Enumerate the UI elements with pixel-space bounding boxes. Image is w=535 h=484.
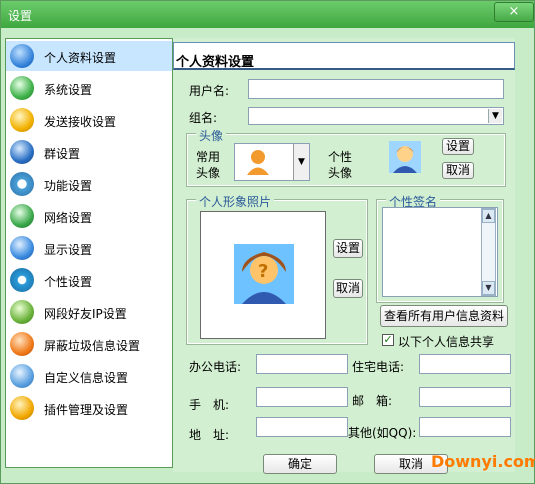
sidebar-item-system[interactable]: 系统设置 (6, 73, 172, 103)
sidebar-item-label: 功能设置 (44, 179, 93, 193)
sidebar-item-label: 群设置 (44, 147, 81, 161)
sidebar-item-group[interactable]: 群设置 (6, 137, 172, 167)
person-icon (10, 44, 34, 68)
block-icon (10, 332, 34, 356)
chevron-down-icon[interactable]: ▼ (488, 109, 502, 123)
sidebar-item-label: 发送接收设置 (44, 115, 117, 129)
address-input[interactable] (256, 417, 348, 437)
other-contact-label: 其他(如QQ): (348, 426, 417, 440)
sidebar-item-network[interactable]: 网络设置 (6, 201, 172, 231)
mobile-label: 手 机: (189, 398, 230, 412)
watermark: Downyi.com (431, 452, 535, 471)
custom-info-icon (10, 364, 34, 388)
sidebar-item-display[interactable]: 显示设置 (6, 233, 172, 263)
signature-scrollbar[interactable]: ▲ ▼ (481, 208, 496, 296)
display-icon (10, 236, 34, 260)
avatar-group: 头像 常用 头像 ▼ 个性 头像 设置 取消 (186, 127, 506, 187)
photo-placeholder-image: ? (234, 244, 294, 304)
sidebar-item-plugins[interactable]: 插件管理及设置 (6, 393, 172, 423)
username-input[interactable] (248, 79, 504, 99)
sidebar-item-personalize[interactable]: 个性设置 (6, 265, 172, 295)
close-button[interactable]: × (494, 2, 534, 22)
window-title: 设置 (8, 9, 33, 23)
settings-window: 设置 × 个人资料设置 系统设置 发送接收设置 群设置 功能设置 网络设置 显示… (0, 0, 535, 484)
sidebar-item-label: 系统设置 (44, 83, 93, 97)
avatar-set-button[interactable]: 设置 (442, 138, 474, 155)
view-all-users-button[interactable]: 查看所有用户信息资料 (380, 305, 508, 327)
chevron-down-icon[interactable]: ▼ (293, 144, 309, 180)
sidebar-item-label: 屏蔽垃圾信息设置 (44, 339, 141, 353)
title-bar: 设置 × (1, 1, 534, 28)
email-input[interactable] (419, 387, 511, 407)
sidebar-item-label: 插件管理及设置 (44, 403, 129, 417)
photo-cancel-button[interactable]: 取消 (333, 279, 363, 298)
star-icon (10, 268, 34, 292)
photo-group-title: 个人形象照片 (196, 193, 275, 210)
home-phone-input[interactable] (419, 354, 511, 374)
photo-group: 个人形象照片 ? 设置 取消 (186, 193, 368, 345)
photo-set-button[interactable]: 设置 (333, 239, 363, 258)
common-avatar-label-1: 常用 (196, 150, 221, 164)
scroll-down-icon[interactable]: ▼ (482, 281, 495, 295)
svg-text:?: ? (258, 261, 268, 282)
username-label: 用户名: (189, 84, 230, 98)
home-phone-label: 住宅电话: (352, 360, 405, 374)
common-avatar-label-2: 头像 (196, 166, 221, 180)
sidebar-item-label: 网段好友IP设置 (44, 307, 127, 321)
ok-button[interactable]: 确定 (263, 454, 337, 474)
settings-sidebar: 个人资料设置 系统设置 发送接收设置 群设置 功能设置 网络设置 显示设置 个性… (5, 38, 173, 468)
plugin-icon (10, 396, 34, 420)
sidebar-item-block-spam[interactable]: 屏蔽垃圾信息设置 (6, 329, 172, 359)
sidebar-item-subnet-ip[interactable]: 网段好友IP设置 (6, 297, 172, 327)
sidebar-item-function[interactable]: 功能设置 (6, 169, 172, 199)
avatar-thumbnail-icon (247, 150, 269, 175)
avatar-cancel-button[interactable]: 取消 (442, 162, 474, 179)
address-label: 地 址: (189, 428, 230, 442)
common-avatar-select[interactable]: ▼ (234, 143, 310, 181)
other-contact-input[interactable] (419, 417, 511, 437)
globe-icon (10, 140, 34, 164)
office-phone-label: 办公电话: (189, 360, 242, 374)
personal-avatar-image (389, 141, 421, 173)
share-info-checkbox[interactable]: ✓ (382, 334, 394, 346)
group-name-select[interactable]: ▼ (248, 107, 504, 125)
sidebar-item-label: 个性设置 (44, 275, 93, 289)
function-icon (10, 172, 34, 196)
mobile-input[interactable] (256, 387, 348, 407)
signature-group: 个性签名 ▲ ▼ (376, 193, 504, 303)
page-title: 个人资料设置 (176, 55, 255, 70)
sidebar-item-label: 个人资料设置 (44, 51, 117, 65)
send-receive-icon (10, 108, 34, 132)
gear-wheel-icon (10, 76, 34, 100)
ip-icon (10, 300, 34, 324)
personal-avatar-label-2: 头像 (328, 166, 353, 180)
group-name-label: 组名: (189, 111, 218, 125)
personal-avatar-label-1: 个性 (328, 150, 353, 164)
network-icon (10, 204, 34, 228)
office-phone-input[interactable] (256, 354, 348, 374)
unknown-user-icon: ? (242, 252, 286, 304)
photo-frame: ? (200, 211, 326, 339)
panel-header: 个人资料设置 (173, 42, 515, 70)
sidebar-item-custom-info[interactable]: 自定义信息设置 (6, 361, 172, 391)
avatar-group-title: 头像 (196, 127, 227, 144)
user-avatar-icon (393, 146, 417, 173)
email-label: 邮 箱: (352, 394, 393, 408)
sidebar-item-profile[interactable]: 个人资料设置 (6, 41, 172, 71)
sidebar-item-send-receive[interactable]: 发送接收设置 (6, 105, 172, 135)
share-info-label: 以下个人信息共享 (398, 335, 495, 349)
profile-panel: 个人资料设置 用户名: 组名: ▼ 头像 常用 头像 ▼ 个性 头像 设置 取消… (173, 38, 515, 472)
sidebar-item-label: 网络设置 (44, 211, 93, 225)
sidebar-item-label: 自定义信息设置 (44, 371, 129, 385)
scroll-up-icon[interactable]: ▲ (482, 209, 495, 223)
sidebar-item-label: 显示设置 (44, 243, 93, 257)
